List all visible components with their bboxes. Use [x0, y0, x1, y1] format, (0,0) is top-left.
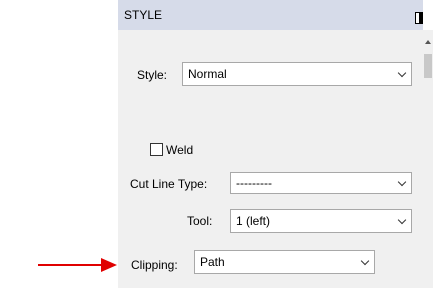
cut-line-type-label: Cut Line Type: [130, 177, 208, 191]
clipping-dropdown[interactable]: Path [194, 250, 375, 274]
clipping-label: Clipping: [131, 258, 178, 272]
panel-header [118, 0, 423, 30]
style-dropdown[interactable]: Normal [182, 62, 412, 86]
chevron-down-icon [397, 177, 407, 187]
tool-dropdown[interactable]: 1 (left) [230, 209, 412, 233]
annotation-arrow-head-icon [101, 258, 117, 272]
tool-dropdown-value: 1 (left) [236, 214, 271, 228]
cut-line-type-value: --------- [236, 176, 272, 190]
weld-checkbox[interactable] [150, 143, 163, 156]
annotation-arrow-line [38, 264, 102, 266]
chevron-down-icon [360, 256, 370, 266]
weld-label: Weld [166, 143, 194, 157]
style-dropdown-value: Normal [188, 67, 227, 81]
cut-line-type-dropdown[interactable]: --------- [230, 172, 412, 194]
chevron-down-icon [397, 68, 407, 78]
clipping-dropdown-value: Path [200, 255, 225, 269]
scrollbar-thumb[interactable] [424, 54, 432, 78]
scroll-up-arrow-icon[interactable] [425, 40, 431, 44]
chevron-down-icon [397, 215, 407, 225]
style-panel [118, 0, 423, 288]
tool-label: Tool: [187, 214, 213, 228]
style-label: Style: [137, 68, 168, 82]
panel-title: STYLE [124, 8, 163, 22]
panel-toggle-icon[interactable] [415, 12, 423, 24]
